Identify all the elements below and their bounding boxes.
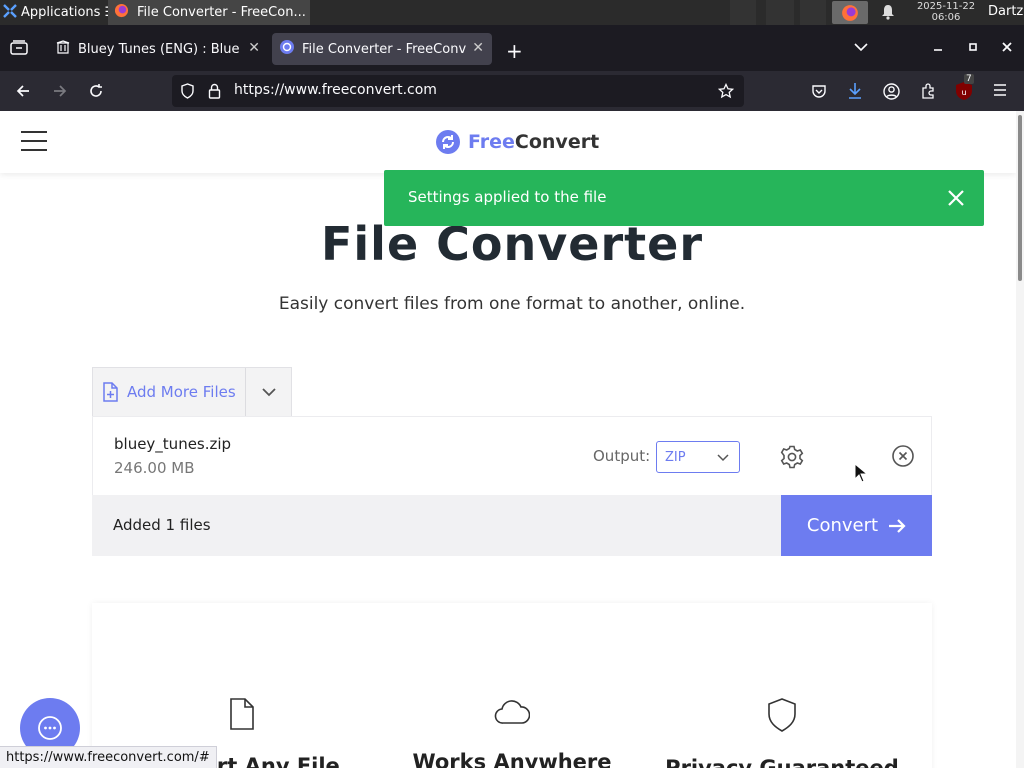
taskbar-spacer <box>800 0 826 25</box>
page-scrollbar[interactable] <box>1016 111 1024 768</box>
pocket-icon[interactable] <box>811 83 827 99</box>
taskbar-spacer <box>766 0 794 25</box>
lock-icon[interactable] <box>208 83 221 99</box>
page-subtitle: Easily convert files from one format to … <box>278 294 746 314</box>
scrollbar-thumb[interactable] <box>1018 115 1022 281</box>
remove-file-icon[interactable] <box>892 445 914 471</box>
add-more-files-label: Add More Files <box>127 383 236 401</box>
chevron-down-icon <box>717 454 729 462</box>
logo-text-free: Free <box>468 131 515 153</box>
file-row: bluey_tunes.zip 246.00 MB Output: ZIP <box>92 416 932 496</box>
applications-icon <box>3 3 17 22</box>
tab-title: Bluey Tunes (ENG) : Blue <box>78 41 240 57</box>
feature-title: Privacy Guaranteed <box>665 756 899 768</box>
svg-text:u: u <box>961 88 966 97</box>
browser-toolbar: https://www.freeconvert.com u 7 <box>0 71 1024 111</box>
extensions-icon[interactable] <box>920 83 936 99</box>
forward-icon[interactable] <box>52 83 68 99</box>
minimize-icon[interactable] <box>932 41 944 53</box>
taskbar-spacer <box>730 0 756 25</box>
chat-bubble-icon <box>38 716 62 740</box>
freeconvert-logo-icon <box>436 130 460 154</box>
bookmark-star-icon[interactable] <box>718 83 734 99</box>
user-name[interactable]: Dartz <box>988 4 1023 19</box>
arrow-right-icon <box>889 518 906 533</box>
close-tab-icon[interactable]: ✕ <box>248 40 260 56</box>
cloud-icon <box>494 700 531 724</box>
toast-close-icon[interactable] <box>944 186 968 214</box>
clock[interactable]: 2025-11-22 06:06 <box>906 1 986 23</box>
hamburger-menu-icon[interactable] <box>21 131 47 153</box>
file-icon <box>230 698 254 730</box>
convert-button[interactable]: Convert <box>781 495 932 556</box>
file-size: 246.00 MB <box>114 459 195 477</box>
features-section: Convert Any File Works Anywhere Privacy … <box>92 603 932 768</box>
freeconvert-favicon-icon <box>280 40 294 58</box>
mouse-cursor-icon <box>854 463 868 483</box>
firefox-icon <box>114 3 129 22</box>
list-all-tabs-icon[interactable] <box>854 42 868 52</box>
tab-file-converter[interactable]: File Converter - FreeConv ✕ <box>272 33 492 65</box>
shield-icon <box>768 698 796 732</box>
output-label: Output: <box>593 447 651 465</box>
notification-bell-icon[interactable] <box>880 4 896 24</box>
reload-icon[interactable] <box>88 83 104 99</box>
site-header: Free Convert <box>0 111 1016 173</box>
toast-message: Settings applied to the file <box>408 188 607 206</box>
tab-title: File Converter - FreeConv <box>302 41 467 57</box>
firefox-view-icon[interactable] <box>10 40 28 56</box>
settings-gear-icon[interactable] <box>779 444 805 474</box>
applications-menu[interactable]: Applications ☰ <box>0 0 116 25</box>
tab-bluey-tunes[interactable]: Bluey Tunes (ENG) : Blue ✕ <box>48 33 268 65</box>
file-list-footer: Added 1 files Convert <box>92 495 932 556</box>
account-icon[interactable] <box>883 83 900 100</box>
downloads-icon[interactable] <box>847 82 863 100</box>
url-bar[interactable]: https://www.freeconvert.com <box>172 75 744 107</box>
taskbar-window-title: File Converter - FreeCon... <box>137 5 306 20</box>
clock-date: 2025-11-22 <box>916 1 976 12</box>
output-format-select[interactable]: ZIP <box>656 441 740 473</box>
files-added-count: Added 1 files <box>113 516 211 534</box>
chevron-down-icon <box>262 387 276 396</box>
close-window-icon[interactable] <box>1001 41 1013 53</box>
link-status-bar: https://www.freeconvert.com/# <box>0 746 217 768</box>
app-menu-icon[interactable] <box>992 83 1008 97</box>
back-icon[interactable] <box>15 83 31 99</box>
freeconvert-logo[interactable]: Free Convert <box>436 130 599 154</box>
output-format-value: ZIP <box>665 450 686 465</box>
convert-label: Convert <box>806 515 879 536</box>
success-toast: Settings applied to the file <box>384 170 984 226</box>
add-source-dropdown[interactable] <box>246 368 292 416</box>
applications-label: Applications ☰ <box>21 5 117 20</box>
logo-text-convert: Convert <box>514 131 600 153</box>
new-tab-icon[interactable]: + <box>506 39 523 63</box>
feature-privacy-guaranteed: Privacy Guaranteed <box>647 698 917 768</box>
browser-tab-bar: Bluey Tunes (ENG) : Blue ✕ File Converte… <box>0 25 1024 71</box>
archive-icon <box>56 40 70 58</box>
extension-badge: 7 <box>964 74 974 84</box>
feature-works-anywhere: Works Anywhere <box>377 698 647 768</box>
feature-title: Works Anywhere <box>412 750 612 768</box>
add-file-icon <box>103 382 118 402</box>
tracking-protection-icon[interactable] <box>180 83 195 99</box>
taskbar: Applications ☰ File Converter - FreeCon.… <box>0 0 1024 25</box>
add-more-files-group: Add More Files <box>92 367 292 417</box>
url-text: https://www.freeconvert.com <box>234 82 437 98</box>
maximize-icon[interactable] <box>967 41 979 53</box>
ublock-origin-icon[interactable]: u <box>955 81 973 101</box>
taskbar-window-button[interactable]: File Converter - FreeCon... <box>108 0 310 25</box>
clock-time: 06:06 <box>931 12 961 23</box>
web-page: Free Convert File Converter Easily conver… <box>0 111 1024 768</box>
file-name: bluey_tunes.zip <box>114 435 232 453</box>
close-tab-icon[interactable]: ✕ <box>472 40 484 56</box>
tray-firefox-icon[interactable] <box>832 1 868 24</box>
add-more-files-button[interactable]: Add More Files <box>93 368 245 416</box>
